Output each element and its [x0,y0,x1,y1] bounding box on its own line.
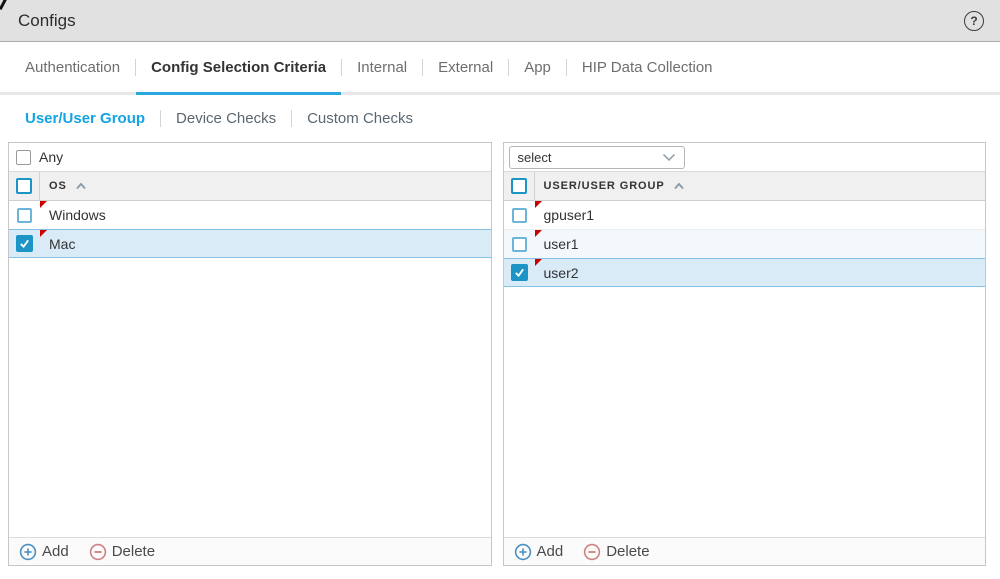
subtab-device-checks[interactable]: Device Checks [161,110,291,127]
delete-button[interactable]: Delete [89,543,155,561]
add-circle-icon [514,543,532,561]
os-table-header: OS [9,172,491,201]
titlebar: Configs ? [0,0,1000,42]
tab-bar: Authentication Config Selection Criteria… [0,42,1000,95]
user2-checkbox[interactable] [511,264,528,281]
subtab-custom-checks[interactable]: Custom Checks [292,110,428,127]
user-panel-footer: Add Delete [504,537,986,565]
tab-external[interactable]: External [423,42,508,95]
os-panel: Any OS Windows [8,142,492,566]
tab-hip-data-collection[interactable]: HIP Data Collection [567,42,728,95]
add-button-label: Add [537,543,564,560]
tab-config-selection-criteria[interactable]: Config Selection Criteria [136,42,341,95]
any-option[interactable]: Any [9,149,63,165]
windows-checkbox[interactable] [17,208,32,223]
user-column-header-label: USER/USER GROUP [544,180,665,192]
tab-authentication[interactable]: Authentication [10,42,135,95]
delete-circle-icon [583,543,601,561]
edited-marker [535,230,542,237]
row-label: user2 [544,265,579,281]
user1-checkbox[interactable] [512,237,527,252]
user-select-dropdown[interactable]: select [509,146,685,169]
delete-button[interactable]: Delete [583,543,649,561]
gpuser1-checkbox[interactable] [512,208,527,223]
subtab-bar: User/User Group Device Checks Custom Che… [0,95,1000,141]
tab-internal[interactable]: Internal [342,42,422,95]
os-any-row: Any [9,143,491,172]
page-title: Configs [18,11,76,31]
row-checkbox-cell [504,201,535,229]
edited-marker [40,201,47,208]
row-checkbox-cell [9,201,40,229]
os-column-header[interactable]: OS [40,177,87,195]
user-table-empty-space [504,287,986,537]
add-circle-icon [19,543,37,561]
user-select-all-checkbox[interactable] [511,178,527,194]
user-select-value: select [518,150,552,165]
user-table-header: USER/USER GROUP [504,172,986,201]
row-checkbox-cell [504,230,535,258]
row-cell: user1 [535,230,986,258]
row-checkbox-cell [9,230,40,257]
subtab-user-user-group[interactable]: User/User Group [10,110,160,127]
content-area: Any OS Windows [8,142,986,566]
row-label: Windows [49,207,106,223]
row-checkbox-cell [504,259,535,286]
add-button[interactable]: Add [514,543,564,561]
table-row-gpuser1[interactable]: gpuser1 [504,201,986,230]
table-row-mac[interactable]: Mac [9,229,491,258]
user-column-header[interactable]: USER/USER GROUP [535,177,685,195]
edited-marker [40,230,47,237]
row-cell: Mac [40,230,491,257]
os-header-checkbox-cell [9,172,40,200]
os-select-all-checkbox[interactable] [16,178,32,194]
chevron-down-icon [662,153,676,162]
any-checkbox[interactable] [16,150,31,165]
row-label: Mac [49,236,75,252]
table-row-windows[interactable]: Windows [9,201,491,230]
user-header-checkbox-cell [504,172,535,200]
tab-app[interactable]: App [509,42,566,95]
sort-ascending-icon [673,177,685,195]
row-cell: user2 [535,259,986,286]
os-column-header-label: OS [49,180,67,192]
edited-marker [535,201,542,208]
row-cell: Windows [40,201,491,229]
add-button-label: Add [42,543,69,560]
user-select-row: select [504,143,986,172]
row-label: user1 [544,236,579,252]
os-panel-footer: Add Delete [9,537,491,565]
os-table-empty-space [9,258,491,537]
row-label: gpuser1 [544,207,595,223]
mac-checkbox[interactable] [16,235,33,252]
edited-marker [535,259,542,266]
delete-button-label: Delete [112,543,155,560]
delete-circle-icon [89,543,107,561]
any-label: Any [39,149,63,165]
help-icon[interactable]: ? [964,11,984,31]
add-button[interactable]: Add [19,543,69,561]
sort-ascending-icon [75,177,87,195]
delete-button-label: Delete [606,543,649,560]
table-row-user2[interactable]: user2 [504,258,986,287]
row-cell: gpuser1 [535,201,986,229]
user-group-panel: select USER/USER GROUP [503,142,987,566]
table-row-user1[interactable]: user1 [504,230,986,259]
